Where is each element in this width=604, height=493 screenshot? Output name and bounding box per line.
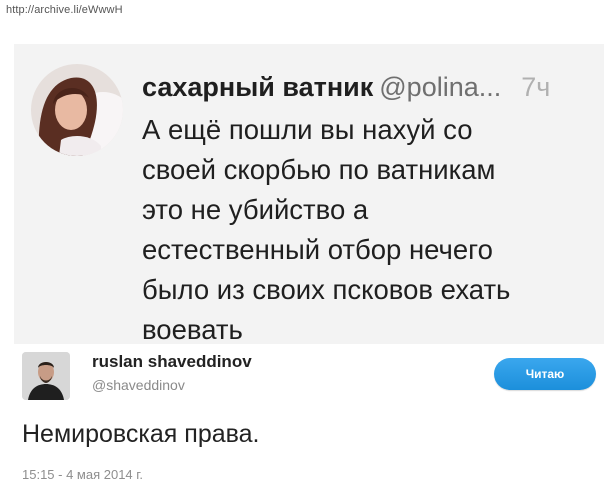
quoted-tweet-card: сахарный ватник @polina... 7ч А ещё пошли … <box>14 44 604 345</box>
tweet-header: сахарный ватник @polina... 7ч <box>142 72 550 103</box>
tweet-date[interactable]: 15:15 - 4 мая 2014 г. <box>22 467 143 482</box>
archive-url: http://archive.li/eWwwH <box>6 4 123 16</box>
tweet-line: А ещё пошли вы нахуй со <box>142 114 473 145</box>
user-handle[interactable]: @shaveddinov <box>92 377 185 393</box>
display-name[interactable]: ruslan shaveddinov <box>92 352 252 372</box>
avatar-polina[interactable] <box>31 64 123 156</box>
user-handle[interactable]: @polina... <box>379 72 501 102</box>
tweet-text: Немировская права. <box>22 420 260 448</box>
follow-button[interactable]: Читаю <box>494 358 596 390</box>
tweet-line: естественный отбор нечего <box>142 234 493 265</box>
display-name[interactable]: сахарный ватник <box>142 72 373 102</box>
tweet-line: своей скорбью по ватникам <box>142 154 496 185</box>
tweet-time[interactable]: 7ч <box>521 72 550 102</box>
tweet-body: А ещё пошли вы нахуй со своей скорбью по… <box>142 110 597 350</box>
avatar-photo-icon <box>31 64 123 156</box>
avatar-ruslan[interactable] <box>22 352 70 400</box>
tweet-line: это не убийство а <box>142 194 369 225</box>
tweet-line: было из своих псковов ехать <box>142 274 511 305</box>
reply-tweet-card: ruslan shaveddinov @shaveddinov Читаю Не… <box>0 344 604 493</box>
avatar-photo-icon <box>22 352 70 400</box>
